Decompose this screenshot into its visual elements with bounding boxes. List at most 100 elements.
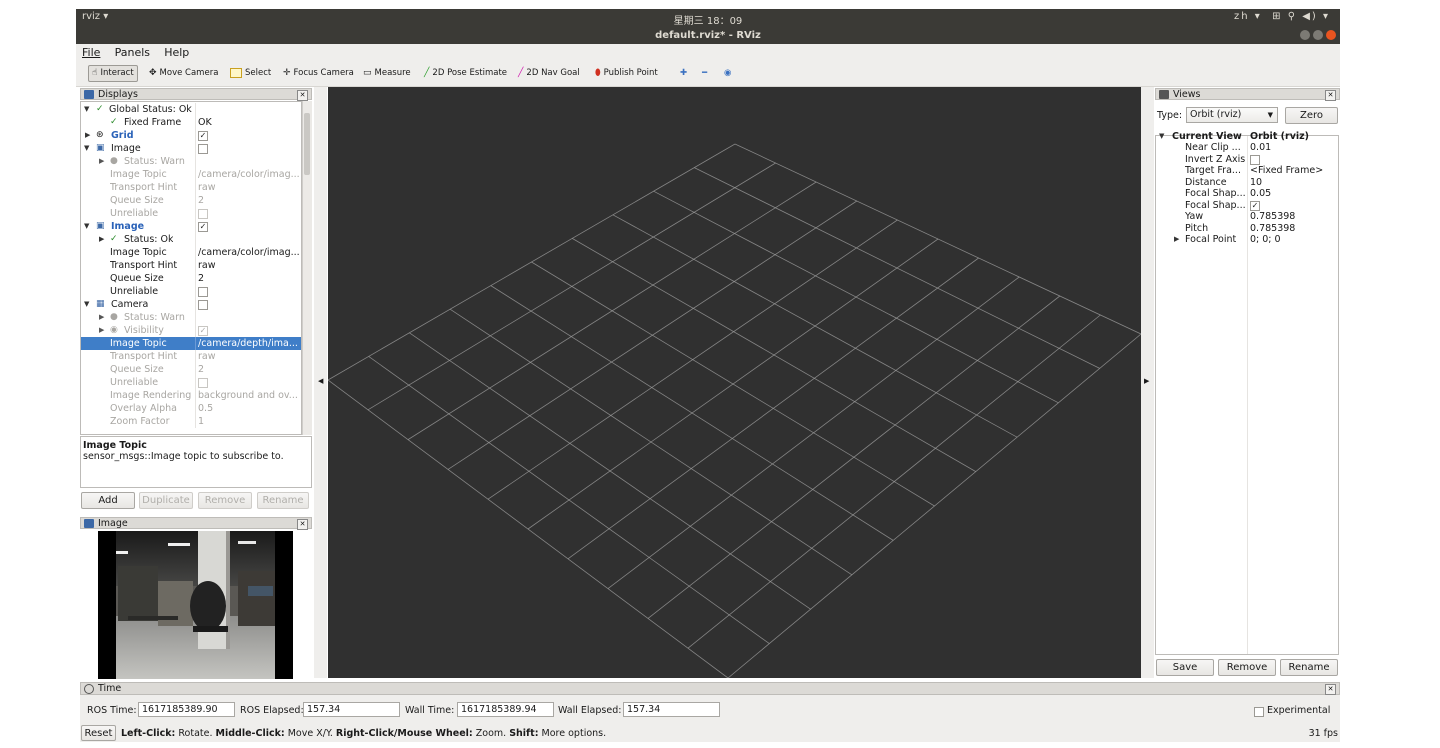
checkbox[interactable] — [198, 377, 208, 388]
publish-point-tool[interactable]: ⬮ Publish Point — [595, 66, 658, 81]
menu-file[interactable]: File — [76, 44, 105, 59]
tree-row[interactable]: Unreliable — [81, 376, 301, 389]
tree-row[interactable]: Queue Size 2 — [81, 194, 301, 207]
pose-estimate-tool[interactable]: ╱ 2D Pose Estimate — [424, 66, 507, 81]
camera-type-button[interactable]: ◉ — [724, 66, 731, 81]
expand-right-icon[interactable]: ▶ — [99, 155, 104, 168]
tree-row-selected[interactable]: Image Topic/camera/depth/ima... — [81, 337, 301, 350]
tree-row[interactable]: Transport Hint raw — [81, 259, 301, 272]
left-splitter[interactable]: ◀ — [314, 87, 327, 678]
expand-right-icon[interactable]: ▶ — [99, 324, 104, 337]
checkbox[interactable] — [198, 299, 208, 310]
expand-down-icon[interactable]: ▼ — [84, 220, 89, 233]
focus-camera-tool[interactable]: ✛ Focus Camera — [283, 66, 354, 81]
tree-row[interactable]: Unreliable — [81, 207, 301, 220]
tree-row[interactable]: ✓ Fixed Frame OK — [81, 116, 301, 129]
nav-goal-tool[interactable]: ╱ 2D Nav Goal — [518, 66, 580, 81]
tree-row[interactable]: ▼ ▦ Camera — [81, 298, 301, 311]
wall-elapsed-field[interactable]: 157.34 — [623, 702, 720, 717]
minimize-button[interactable] — [1300, 30, 1310, 40]
tree-row[interactable]: Queue Size 2 — [81, 363, 301, 376]
save-view-button[interactable]: Save — [1156, 659, 1214, 676]
tree-row[interactable]: ▼ ▣ Image — [81, 142, 301, 155]
close-panel-icon[interactable]: ✕ — [1325, 684, 1336, 695]
tree-row[interactable]: ▶ ⊛ Grid ✓ — [81, 129, 301, 142]
duplicate-display-button[interactable]: Duplicate — [139, 492, 193, 509]
checkbox[interactable] — [198, 143, 208, 154]
tree-row[interactable]: Image Rendering background and ov... — [81, 389, 301, 402]
move-camera-tool[interactable]: ✥ Move Camera — [149, 66, 218, 81]
clock[interactable]: 星期三 18：09 — [76, 12, 1340, 27]
tree-row[interactable]: Image Topic/camera/color/imag... — [81, 168, 301, 181]
tree-row[interactable]: Image Topic/camera/color/imag... — [81, 246, 301, 259]
close-window-button[interactable] — [1326, 30, 1336, 40]
tree-row[interactable]: Queue Size 2 — [81, 272, 301, 285]
reset-button[interactable]: Reset — [81, 725, 116, 741]
pink-arrow-icon: ╱ — [518, 68, 524, 78]
tree-row[interactable]: ▼ ▣ Image ✓ — [81, 220, 301, 233]
views-title: Views — [1173, 89, 1201, 100]
tree-row[interactable]: ▶ ◉ Visibility ✓ — [81, 324, 301, 337]
close-panel-icon[interactable]: ✕ — [1325, 90, 1336, 101]
experimental-checkbox[interactable] — [1254, 707, 1264, 717]
close-panel-icon[interactable]: ✕ — [297, 90, 308, 101]
checkbox[interactable]: ✓ — [198, 325, 208, 336]
render-viewport[interactable] — [327, 87, 1142, 679]
grid-line — [409, 332, 811, 610]
right-splitter[interactable]: ▶ — [1141, 87, 1154, 678]
add-tool-button[interactable]: ✚ — [680, 66, 687, 81]
expand-right-icon[interactable]: ▶ — [99, 311, 104, 324]
ros-time-field[interactable]: 1617185389.90 — [138, 702, 235, 717]
select-box-icon — [230, 67, 242, 78]
indicator-icons[interactable]: ⊞ ⚲ ◀) ▾ — [1272, 11, 1330, 22]
remove-view-button[interactable]: Remove — [1218, 659, 1276, 676]
tree-row[interactable]: ▶ ✓ Status: Ok — [81, 233, 301, 246]
expand-down-icon[interactable]: ▼ — [84, 103, 89, 116]
checkbox[interactable] — [1250, 154, 1260, 165]
ros-elapsed-field[interactable]: 157.34 — [303, 702, 400, 717]
menu-help[interactable]: Help — [158, 44, 194, 59]
expand-right-icon[interactable]: ▶ — [99, 233, 104, 246]
tree-row[interactable]: Zoom Factor 1 — [81, 415, 301, 428]
ros-time-label: ROS Time: — [87, 705, 137, 716]
expand-down-icon[interactable]: ▼ — [84, 142, 89, 155]
checkbox[interactable] — [198, 208, 208, 219]
add-display-button[interactable]: Add — [81, 492, 135, 509]
tree-row[interactable]: Overlay Alpha 0.5 — [81, 402, 301, 415]
remove-display-button[interactable]: Remove — [198, 492, 252, 509]
system-indicators[interactable]: zh ▾ ⊞ ⚲ ◀) ▾ — [1234, 11, 1330, 22]
tree-row[interactable]: Transport Hint raw — [81, 181, 301, 194]
close-panel-icon[interactable]: ✕ — [297, 519, 308, 530]
interact-tool[interactable]: ☝ Interact — [88, 65, 138, 82]
measure-tool[interactable]: ▭ Measure — [363, 66, 411, 81]
tree-row[interactable]: ▶ ● Status: Warn — [81, 311, 301, 324]
displays-tree[interactable]: ▼ ✓ Global Status: Ok ✓ Fixed Frame OK ▶ ⊛ Gri… — [80, 101, 302, 435]
tree-row[interactable]: ▼ ✓ Global Status: Ok — [81, 103, 301, 116]
remove-tool-button[interactable]: ━ — [702, 66, 707, 81]
view-type-select[interactable]: Orbit (rviz) ▼ — [1186, 107, 1278, 123]
collapse-left-icon[interactable]: ◀ — [318, 377, 323, 385]
wall-time-field[interactable]: 1617185389.94 — [457, 702, 554, 717]
rename-view-button[interactable]: Rename — [1280, 659, 1338, 676]
views-tree[interactable]: ▼ Current View Orbit (rviz) Near Clip ... 0… — [1155, 131, 1339, 655]
checkbox[interactable] — [198, 286, 208, 297]
tree-row[interactable]: Unreliable — [81, 285, 301, 298]
expand-right-icon[interactable]: ▶ — [1174, 233, 1179, 246]
expand-down-icon[interactable]: ▼ — [84, 298, 89, 311]
scrollbar-thumb[interactable] — [304, 113, 310, 175]
maximize-button[interactable] — [1313, 30, 1323, 40]
displays-scrollbar[interactable] — [302, 101, 312, 435]
collapse-right-icon[interactable]: ▶ — [1144, 377, 1149, 385]
tree-row[interactable]: ▶ ● Status: Warn — [81, 155, 301, 168]
checkbox[interactable]: ✓ — [198, 221, 208, 232]
checkbox[interactable]: ✓ — [1250, 200, 1260, 211]
expand-right-icon[interactable]: ▶ — [85, 129, 90, 142]
menu-panels[interactable]: Panels — [109, 44, 155, 59]
tree-row[interactable]: ▶ Focal Point 0; 0; 0 — [1156, 233, 1338, 246]
tree-row[interactable]: Transport Hint raw — [81, 350, 301, 363]
checkbox[interactable]: ✓ — [198, 130, 208, 141]
zero-button[interactable]: Zero — [1285, 107, 1338, 124]
input-method-indicator[interactable]: zh ▾ — [1234, 11, 1262, 22]
select-tool[interactable]: Select — [230, 66, 271, 81]
rename-display-button[interactable]: Rename — [257, 492, 309, 509]
